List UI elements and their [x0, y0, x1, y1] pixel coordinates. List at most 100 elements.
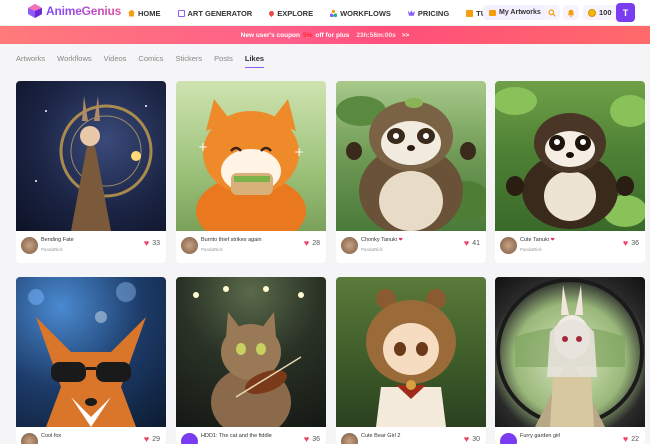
artwork-image[interactable]: [336, 81, 486, 231]
card-meta: Burrito thief strikes again PandaRick ♥ …: [176, 231, 326, 263]
avatar[interactable]: [181, 433, 198, 444]
avatar[interactable]: [341, 433, 358, 444]
like-count: 36: [312, 436, 320, 443]
tab-videos[interactable]: Videos: [104, 47, 127, 69]
card-username[interactable]: PandaRick: [201, 247, 223, 252]
like-button[interactable]: ♥ 22: [622, 434, 639, 444]
card-meta: Cool fox ♥ 29: [16, 427, 166, 444]
card-username[interactable]: PandaRick: [41, 247, 63, 252]
like-count: 41: [472, 240, 480, 247]
artwork-image[interactable]: [16, 277, 166, 427]
heart-emoji-icon: ❤: [398, 237, 403, 243]
like-button[interactable]: ♥ 36: [623, 239, 639, 248]
like-count: 30: [472, 436, 480, 443]
artwork-image[interactable]: [336, 277, 486, 427]
svg-text:+: +: [198, 140, 208, 154]
tab-comics[interactable]: Comics: [138, 47, 163, 69]
coupon-banner[interactable]: New user's coupon 5% off for plus 23h:58…: [0, 26, 650, 44]
svg-text:+: +: [294, 145, 304, 159]
card-title-text: Cute Tanuki: [520, 237, 549, 243]
like-button[interactable]: ♥ 33: [143, 238, 160, 248]
search-button[interactable]: [544, 5, 560, 20]
nav-home-label: HOME: [138, 8, 161, 18]
credits-badge[interactable]: 100: [583, 5, 617, 20]
avatar[interactable]: [341, 237, 358, 254]
artwork-card[interactable]: Chonky Tanuki ❤ PandaRick ♥ 41: [336, 81, 486, 263]
nav-workflows[interactable]: WORKFLOWS: [330, 9, 391, 18]
main-nav: HOME ART GENERATOR EXPLORE WORKFLOWS PRI…: [128, 0, 531, 26]
card-meta: Furry garden girl ♥ 22: [495, 427, 645, 444]
card-title[interactable]: Furry garden girl: [520, 433, 560, 439]
artwork-card[interactable]: Furry garden girl ♥ 22: [495, 277, 645, 444]
card-title[interactable]: HDD1: The cat and the fiddle: [201, 433, 272, 439]
tab-artworks[interactable]: Artworks: [16, 47, 45, 69]
banner-percent: 5%: [303, 31, 313, 39]
card-meta: Chonky Tanuki ❤ PandaRick ♥ 41: [336, 231, 486, 263]
logo[interactable]: AnimeGenius: [27, 3, 121, 19]
banner-text-before: New user's coupon: [240, 31, 300, 39]
brush-icon: [268, 9, 276, 17]
nav-home[interactable]: HOME: [128, 9, 161, 18]
heart-icon: ♥: [463, 238, 470, 248]
coin-icon: [588, 8, 596, 17]
heart-icon: ♥: [143, 238, 150, 248]
card-title[interactable]: Burrito thief strikes again: [201, 237, 262, 243]
nav-explore[interactable]: EXPLORE: [268, 9, 313, 18]
tab-posts[interactable]: Posts: [214, 47, 233, 69]
avatar[interactable]: [21, 237, 38, 254]
card-title[interactable]: Bending Fate: [41, 237, 74, 243]
card-title[interactable]: Cute Tanuki ❤: [520, 237, 555, 243]
banner-timer: 23h:58m:00s: [356, 31, 396, 39]
avatar[interactable]: [181, 237, 198, 254]
artwork-image[interactable]: [176, 277, 326, 427]
tab-workflows[interactable]: Workflows: [57, 47, 91, 69]
artwork-card[interactable]: Bending Fate PandaRick ♥ 33: [16, 81, 166, 263]
like-button[interactable]: ♥ 36: [303, 434, 320, 444]
card-title-text: Chonky Tanuki: [361, 237, 397, 243]
card-username[interactable]: PandaRick: [361, 247, 383, 252]
card-title[interactable]: Cool fox: [41, 433, 61, 439]
avatar[interactable]: [500, 237, 517, 254]
heart-icon: ♥: [303, 238, 310, 248]
bell-icon: [567, 9, 575, 17]
heart-icon: ♥: [463, 434, 470, 444]
card-username[interactable]: PandaRick: [520, 247, 542, 252]
my-artworks-label: My Artworks: [499, 9, 541, 16]
nav-art-generator[interactable]: ART GENERATOR: [177, 8, 253, 18]
like-button[interactable]: ♥ 41: [463, 238, 480, 248]
avatar[interactable]: [500, 433, 517, 444]
card-title[interactable]: Cute Bear Girl 2: [361, 433, 400, 439]
heart-icon: ♥: [303, 434, 310, 444]
artwork-image[interactable]: + +: [176, 81, 326, 231]
nav-pricing[interactable]: PRICING: [407, 8, 450, 18]
banner-text-after: off for plus: [315, 31, 350, 39]
heart-icon: ♥: [622, 434, 629, 444]
artwork-card[interactable]: + + Burrito thief strikes again PandaRic…: [176, 81, 326, 263]
nav-pricing-label: PRICING: [417, 8, 450, 18]
credits-count: 100: [599, 8, 612, 17]
nav-art-generator-label: ART GENERATOR: [187, 8, 253, 18]
search-icon: [548, 8, 556, 17]
artwork-image[interactable]: [495, 81, 645, 231]
card-title[interactable]: Chonky Tanuki ❤: [361, 237, 403, 243]
like-count: 33: [152, 240, 160, 247]
nav-workflows-label: WORKFLOWS: [340, 8, 391, 18]
artwork-image[interactable]: [495, 277, 645, 427]
artwork-card[interactable]: HDD1: The cat and the fiddle ♥ 36: [176, 277, 326, 444]
artwork-card[interactable]: Cool fox ♥ 29: [16, 277, 166, 444]
like-button[interactable]: ♥ 29: [144, 435, 160, 444]
avatar[interactable]: [21, 433, 38, 444]
card-meta: Cute Bear Girl 2 ♥ 30: [336, 427, 486, 444]
artwork-image[interactable]: [16, 81, 166, 231]
artwork-card[interactable]: Cute Bear Girl 2 ♥ 30: [336, 277, 486, 444]
like-button[interactable]: ♥ 28: [303, 238, 320, 248]
my-artworks-button[interactable]: My Artworks: [483, 5, 547, 20]
notifications-button[interactable]: [563, 5, 579, 20]
like-button[interactable]: ♥ 30: [463, 434, 480, 444]
tab-stickers[interactable]: Stickers: [175, 47, 202, 69]
artwork-card[interactable]: Cute Tanuki ❤ PandaRick ♥ 36: [495, 81, 645, 263]
tab-likes[interactable]: Likes: [244, 47, 265, 69]
banner-arrow: >>: [401, 31, 410, 39]
user-avatar-button[interactable]: T: [616, 3, 635, 22]
crown-icon: [407, 10, 415, 16]
